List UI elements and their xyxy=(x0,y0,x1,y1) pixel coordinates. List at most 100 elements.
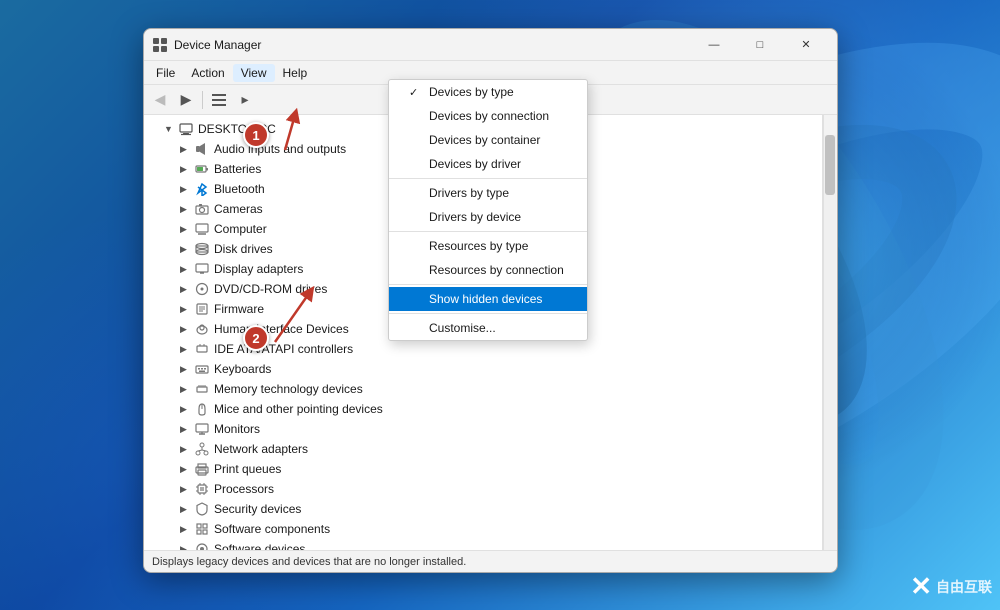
maximize-button[interactable]: □ xyxy=(737,29,783,61)
camera-icon xyxy=(194,201,210,217)
tree-item-security[interactable]: ▶ Security devices xyxy=(144,499,822,519)
sw-components-icon xyxy=(194,521,210,537)
bluetooth-icon xyxy=(194,181,210,197)
ide-icon xyxy=(194,341,210,357)
menu-item-label: Drivers by device xyxy=(429,210,521,224)
tree-item-print[interactable]: ▶ Print queues xyxy=(144,459,822,479)
menu-file[interactable]: File xyxy=(148,64,183,82)
item-label: Bluetooth xyxy=(214,182,265,196)
menu-resources-by-type[interactable]: Resources by type xyxy=(389,234,587,258)
check-icon: ✓ xyxy=(409,86,425,99)
forward-button[interactable]: ▶ xyxy=(174,88,198,112)
menu-view[interactable]: View xyxy=(233,64,275,82)
step-1-badge: 1 xyxy=(243,122,269,148)
watermark-text: 自由互联 xyxy=(936,577,992,597)
close-button[interactable]: ✕ xyxy=(783,29,829,61)
menu-resources-by-connection[interactable]: Resources by connection xyxy=(389,258,587,282)
menu-item-label: Devices by connection xyxy=(429,109,549,123)
menu-separator-4 xyxy=(389,313,587,314)
item-label: Monitors xyxy=(214,422,260,436)
item-label: IDE ATA/ATAPI controllers xyxy=(214,342,353,356)
item-label: Cameras xyxy=(214,202,263,216)
tree-button[interactable] xyxy=(207,88,231,112)
toolbar-separator xyxy=(202,91,203,109)
menu-item-label: Resources by type xyxy=(429,239,528,253)
back-button[interactable]: ◀ xyxy=(148,88,172,112)
menu-devices-by-connection[interactable]: Devices by connection xyxy=(389,104,587,128)
tree-item-sw-devices[interactable]: ▶ Software devices xyxy=(144,539,822,550)
tree-item-network[interactable]: ▶ Network adapters xyxy=(144,439,822,459)
item-label: Mice and other pointing devices xyxy=(214,402,383,416)
tree-item-sw-components[interactable]: ▶ Software components xyxy=(144,519,822,539)
view-dropdown-menu: ✓ Devices by type Devices by connection … xyxy=(388,79,588,341)
menu-help[interactable]: Help xyxy=(275,64,316,82)
tree-item-processors[interactable]: ▶ Processors xyxy=(144,479,822,499)
item-label: Software components xyxy=(214,522,330,536)
network-icon xyxy=(194,441,210,457)
hid-icon xyxy=(194,321,210,337)
menu-devices-by-container[interactable]: Devices by container xyxy=(389,128,587,152)
menu-item-label: Customise... xyxy=(429,321,496,335)
titlebar: Device Manager — □ ✕ xyxy=(144,29,837,61)
keyboard-icon xyxy=(194,361,210,377)
audio-icon xyxy=(194,141,210,157)
scrollbar-thumb[interactable] xyxy=(825,135,835,195)
more-button[interactable]: ▸ xyxy=(233,88,257,112)
processor-icon xyxy=(194,481,210,497)
disk-icon xyxy=(194,241,210,257)
item-label: Computer xyxy=(214,222,267,236)
display-icon xyxy=(194,261,210,277)
scrollbar[interactable] xyxy=(823,115,837,550)
tree-item-monitors[interactable]: ▶ Monitors xyxy=(144,419,822,439)
item-label: Display adapters xyxy=(214,262,303,276)
menu-item-label: Drivers by type xyxy=(429,186,509,200)
watermark: ✕ 自由互联 xyxy=(910,571,992,602)
menu-devices-by-driver[interactable]: Devices by driver xyxy=(389,152,587,176)
menu-drivers-by-type[interactable]: Drivers by type xyxy=(389,181,587,205)
menu-action[interactable]: Action xyxy=(183,64,232,82)
menu-item-label: Resources by connection xyxy=(429,263,564,277)
security-icon xyxy=(194,501,210,517)
statusbar: Displays legacy devices and devices that… xyxy=(144,550,837,572)
item-label: Keyboards xyxy=(214,362,271,376)
battery-icon xyxy=(194,161,210,177)
menu-separator-2 xyxy=(389,231,587,232)
menu-item-label: Devices by driver xyxy=(429,157,521,171)
minimize-button[interactable]: — xyxy=(691,29,737,61)
menu-separator-3 xyxy=(389,284,587,285)
watermark-x-symbol: ✕ xyxy=(910,571,932,602)
computer-icon xyxy=(178,121,194,137)
tree-item-keyboards[interactable]: ▶ Keyboards xyxy=(144,359,822,379)
item-label: Processors xyxy=(214,482,274,496)
item-label: DVD/CD-ROM drives xyxy=(214,282,327,296)
menu-item-label: Show hidden devices xyxy=(429,292,542,306)
item-label: Memory technology devices xyxy=(214,382,363,396)
item-label: Disk drives xyxy=(214,242,273,256)
mouse-icon xyxy=(194,401,210,417)
arrow-audio: ▶ xyxy=(180,144,194,155)
menu-customise[interactable]: Customise... xyxy=(389,316,587,340)
window-title: Device Manager xyxy=(174,38,691,52)
firmware-icon xyxy=(194,301,210,317)
item-label: Audio inputs and outputs xyxy=(214,142,346,156)
menu-drivers-by-device[interactable]: Drivers by device xyxy=(389,205,587,229)
expand-arrow: ▼ xyxy=(164,124,178,134)
item-label: Human Interface Devices xyxy=(214,322,349,336)
tree-item-mice[interactable]: ▶ Mice and other pointing devices xyxy=(144,399,822,419)
item-label: Security devices xyxy=(214,502,301,516)
menu-item-label: Devices by type xyxy=(429,85,514,99)
memory-icon xyxy=(194,381,210,397)
menu-show-hidden-devices[interactable]: Show hidden devices xyxy=(389,287,587,311)
monitor-icon xyxy=(194,421,210,437)
item-label: Software devices xyxy=(214,542,305,550)
scrollbar-track xyxy=(824,135,836,550)
tree-item-memory[interactable]: ▶ Memory technology devices xyxy=(144,379,822,399)
menu-devices-by-type[interactable]: ✓ Devices by type xyxy=(389,80,587,104)
computer-sm-icon xyxy=(194,221,210,237)
titlebar-controls: — □ ✕ xyxy=(691,29,829,61)
item-label: Firmware xyxy=(214,302,264,316)
item-label: Batteries xyxy=(214,162,261,176)
menu-item-label: Devices by container xyxy=(429,133,540,147)
status-text: Displays legacy devices and devices that… xyxy=(152,556,466,568)
window-icon xyxy=(152,37,168,53)
